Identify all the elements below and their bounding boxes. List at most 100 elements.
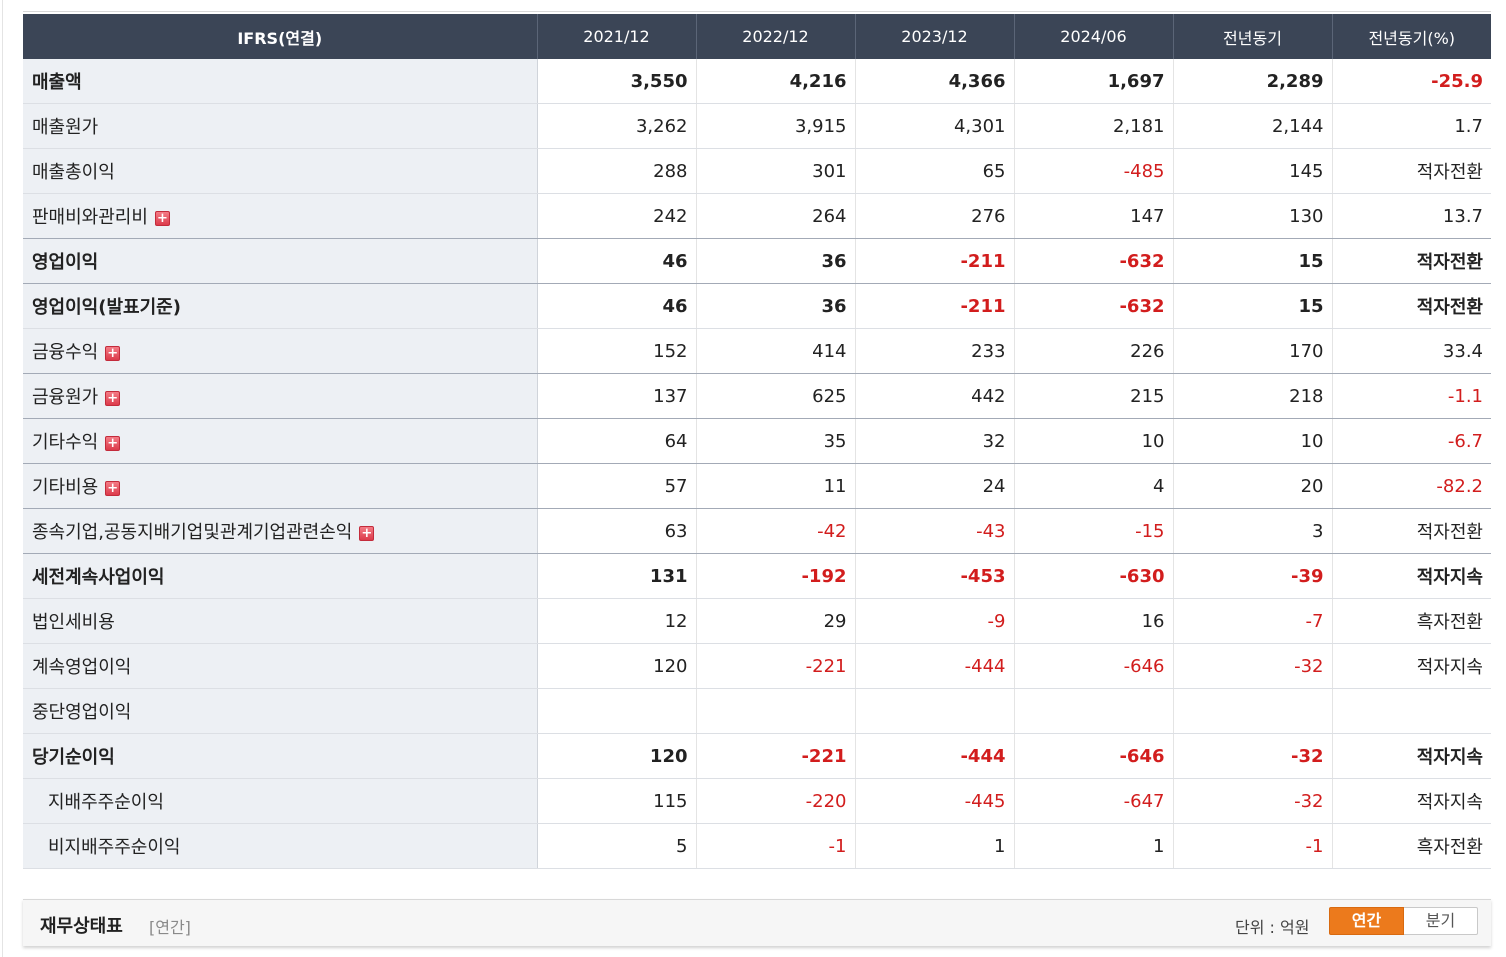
value: 1,697 bbox=[1107, 70, 1165, 92]
balance-sheet-panel: 재무상태표 [연간] 단위 : 억원 연간 분기 bbox=[23, 899, 1491, 946]
value: 2,181 bbox=[1112, 115, 1165, 137]
row-label: 금융수익 bbox=[32, 342, 99, 363]
value: 442 bbox=[971, 385, 1006, 407]
table-row: 당기순이익 120 -221 -444 -646 -32 적자지속 bbox=[23, 733, 1491, 779]
header-2024-06: 2024/06 bbox=[1014, 14, 1174, 59]
value-cell: -444 bbox=[855, 643, 1015, 689]
value-cell: 24 bbox=[855, 463, 1015, 509]
value: -220 bbox=[805, 790, 847, 812]
row-label: 계속영업이익 bbox=[32, 657, 132, 678]
value-cell bbox=[696, 688, 856, 734]
plus-icon[interactable]: + bbox=[105, 391, 121, 406]
table-row: 기타비용 +57 11 24 4 20 -82.2 bbox=[23, 463, 1491, 509]
value: 15 bbox=[1298, 250, 1324, 272]
divider bbox=[23, 11, 1491, 12]
row-label-cell[interactable]: 기타비용 + bbox=[23, 463, 538, 509]
value-cell: 152 bbox=[537, 328, 697, 374]
value-cell: 147 bbox=[1014, 193, 1174, 239]
table-body: 매출액 3,550 4,216 4,366 1,697 2,289 -25.9 매출원가 3,2… bbox=[23, 59, 1491, 869]
row-label: 금융원가 bbox=[32, 387, 99, 408]
value-cell: 흑자전환 bbox=[1332, 598, 1491, 644]
row-label-cell[interactable]: 판매비와관리비 + bbox=[23, 193, 538, 239]
value: 12 bbox=[664, 610, 688, 632]
value-cell: 1.7 bbox=[1332, 103, 1491, 149]
period-toggle: 연간 분기 bbox=[1329, 907, 1478, 935]
plus-icon[interactable]: + bbox=[154, 211, 170, 226]
value: 적자전환 bbox=[1416, 522, 1483, 543]
row-label-cell[interactable]: 금융수익 + bbox=[23, 328, 538, 374]
quarter-button[interactable]: 분기 bbox=[1404, 907, 1478, 935]
value-cell: 218 bbox=[1173, 373, 1333, 419]
value: 46 bbox=[662, 295, 688, 317]
value-cell: 32 bbox=[855, 418, 1015, 464]
value: 65 bbox=[982, 160, 1006, 182]
row-label: 기타수익 bbox=[32, 432, 99, 453]
table-row: 법인세비용 12 29 -9 16 -7 흑자전환 bbox=[23, 598, 1491, 644]
value-cell: 20 bbox=[1173, 463, 1333, 509]
row-label-cell: 매출원가 bbox=[23, 103, 538, 149]
row-label-cell[interactable]: 금융원가 + bbox=[23, 373, 538, 419]
value: 적자지속 bbox=[1416, 567, 1483, 588]
value-cell: 264 bbox=[696, 193, 856, 239]
value-cell: 10 bbox=[1014, 418, 1174, 464]
value: 5 bbox=[676, 835, 688, 857]
table-row: 매출액 3,550 4,216 4,366 1,697 2,289 -25.9 bbox=[23, 59, 1491, 104]
value-cell: 3,262 bbox=[537, 103, 697, 149]
value: 145 bbox=[1289, 160, 1324, 182]
plus-icon[interactable]: + bbox=[105, 481, 121, 496]
row-label: 종속기업,공동지배기업및관계기업관련손익 bbox=[32, 522, 353, 543]
value: 4 bbox=[1153, 475, 1165, 497]
value-cell: 4 bbox=[1014, 463, 1174, 509]
value: 적자전환 bbox=[1416, 252, 1483, 273]
panel-title: 재무상태표 bbox=[40, 916, 123, 937]
value-cell: 120 bbox=[537, 733, 697, 779]
row-label-cell[interactable]: 종속기업,공동지배기업및관계기업관련손익 + bbox=[23, 508, 538, 554]
row-label-cell: 영업이익(발표기준) bbox=[23, 283, 538, 329]
value-cell: -32 bbox=[1173, 643, 1333, 689]
value-cell: 2,181 bbox=[1014, 103, 1174, 149]
value-cell: 1,697 bbox=[1014, 59, 1174, 104]
row-label-cell: 영업이익 bbox=[23, 238, 538, 284]
annual-button[interactable]: 연간 bbox=[1329, 907, 1404, 935]
row-label-cell[interactable]: 기타수익 + bbox=[23, 418, 538, 464]
row-label: 당기순이익 bbox=[32, 747, 115, 768]
value-cell: 46 bbox=[537, 238, 697, 284]
table-row: 중단영업이익 bbox=[23, 688, 1491, 734]
value-cell: -32 bbox=[1173, 733, 1333, 779]
value-cell: 12 bbox=[537, 598, 697, 644]
value: 36 bbox=[821, 295, 847, 317]
value: 276 bbox=[971, 205, 1006, 227]
plus-icon[interactable]: + bbox=[105, 346, 121, 361]
value-cell: 288 bbox=[537, 148, 697, 194]
value-cell bbox=[855, 688, 1015, 734]
value: 64 bbox=[664, 430, 688, 452]
value-cell: 64 bbox=[537, 418, 697, 464]
value: 적자지속 bbox=[1416, 657, 1483, 678]
table-row: 지배주주순이익 115 -220 -445 -647 -32 적자지속 bbox=[23, 778, 1491, 824]
value-cell: 233 bbox=[855, 328, 1015, 374]
value-cell: 242 bbox=[537, 193, 697, 239]
row-label: 법인세비용 bbox=[32, 612, 115, 633]
value-cell: -646 bbox=[1014, 643, 1174, 689]
plus-icon[interactable]: + bbox=[105, 436, 121, 451]
value-cell: 5 bbox=[537, 823, 697, 869]
plus-icon[interactable]: + bbox=[359, 526, 375, 541]
value: -646 bbox=[1123, 655, 1165, 677]
row-label: 세전계속사업이익 bbox=[32, 567, 165, 588]
value-cell: -211 bbox=[855, 238, 1015, 284]
value: -192 bbox=[801, 565, 847, 587]
row-label-cell: 중단영업이익 bbox=[23, 688, 538, 734]
table-row: 매출원가 3,262 3,915 4,301 2,181 2,144 1.7 bbox=[23, 103, 1491, 149]
value: 63 bbox=[664, 520, 688, 542]
value-cell: 1 bbox=[855, 823, 1015, 869]
table-row: 기타수익 +64 35 32 10 10 -6.7 bbox=[23, 418, 1491, 464]
value: 4,366 bbox=[948, 70, 1006, 92]
value-cell: 57 bbox=[537, 463, 697, 509]
value: 137 bbox=[653, 385, 688, 407]
row-label-cell: 계속영업이익 bbox=[23, 643, 538, 689]
value: 36 bbox=[821, 250, 847, 272]
value: 적자전환 bbox=[1416, 297, 1483, 318]
value: 120 bbox=[653, 655, 688, 677]
income-statement-table: IFRS(연결) 2021/12 2022/12 2023/12 2024/06… bbox=[23, 14, 1491, 869]
value-cell: 3,550 bbox=[537, 59, 697, 104]
